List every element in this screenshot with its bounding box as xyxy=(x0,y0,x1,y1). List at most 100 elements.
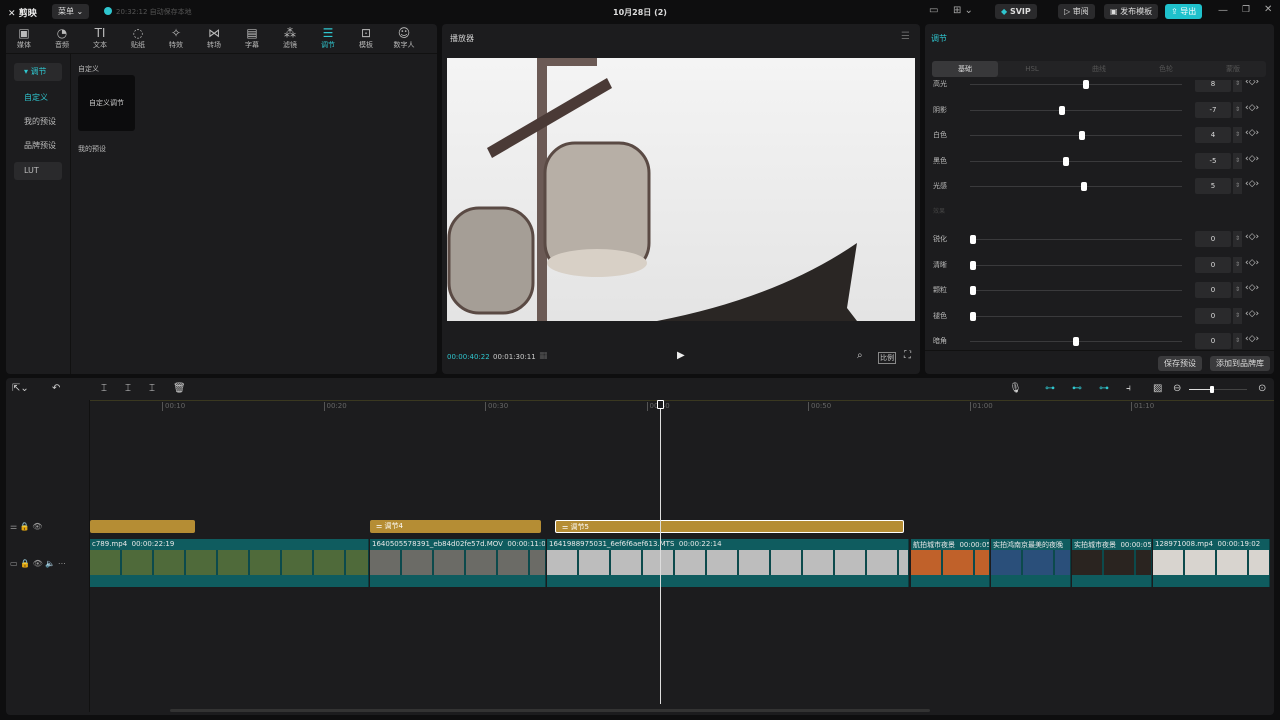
stepper-icon[interactable]: ⇕ xyxy=(1233,101,1242,118)
video-clip[interactable]: 1640505578391_eb84d02fe57d.MOV 00:00:11:… xyxy=(370,539,546,587)
tab-sticker[interactable]: ◌ 贴纸 xyxy=(120,26,156,50)
value-input[interactable]: 4 xyxy=(1195,127,1231,143)
slider-track[interactable] xyxy=(970,105,1182,115)
svip-button[interactable]: ◆ SVIP xyxy=(995,4,1037,19)
slider-handle[interactable] xyxy=(1073,337,1079,346)
playhead-handle[interactable] xyxy=(657,400,664,409)
trim-right-icon[interactable]: ⌶ xyxy=(149,383,155,394)
tab-audio[interactable]: ◔ 音频 xyxy=(44,26,80,50)
export-button[interactable]: ⇪ 导出 xyxy=(1165,4,1203,19)
adjust-clip[interactable] xyxy=(90,520,195,533)
zoom-slider-handle[interactable] xyxy=(1210,386,1214,393)
timecode-grid-icon[interactable]: ▦ xyxy=(539,351,548,361)
slider-track[interactable] xyxy=(970,80,1182,89)
value-input[interactable]: -5 xyxy=(1195,152,1231,169)
layout-icon[interactable]: ▭ xyxy=(929,5,938,16)
eye-icon[interactable]: 👁 xyxy=(32,522,42,531)
video-clip[interactable]: 实拍城市夜景 00:00:05:0 xyxy=(1072,539,1152,587)
stepper-icon[interactable]: ⇕ xyxy=(1233,80,1242,92)
keyframe-diamond-icon[interactable]: ‹◇› xyxy=(1245,232,1259,242)
save-preset-button[interactable]: 保存预设 xyxy=(1158,356,1202,371)
keyframe-diamond-icon[interactable]: ‹◇› xyxy=(1245,334,1259,344)
tab-text[interactable]: TI 文本 xyxy=(82,26,118,50)
tab-hsl[interactable]: HSL xyxy=(999,61,1065,77)
slider-handle[interactable] xyxy=(970,286,976,295)
sidebar-item-lut[interactable]: LUT xyxy=(14,162,62,180)
sidebar-item-custom[interactable]: 自定义 xyxy=(14,89,62,107)
stepper-icon[interactable]: ⇕ xyxy=(1233,231,1242,247)
review-button[interactable]: ▷ 审阅 xyxy=(1058,4,1095,19)
value-input[interactable]: 0 xyxy=(1195,231,1231,247)
slider-track[interactable] xyxy=(970,156,1182,166)
tab-templates[interactable]: ⊡ 模板 xyxy=(348,26,384,50)
microphone-icon[interactable]: 🎙 xyxy=(1009,383,1022,394)
thumbnail-icon[interactable]: ▨ xyxy=(1153,383,1162,394)
cover-icon[interactable]: ▭ xyxy=(10,559,20,568)
undo-icon[interactable]: ↶ xyxy=(52,383,60,394)
main-track-magnet-icon[interactable]: ⊶ xyxy=(1045,383,1055,394)
play-button[interactable]: ▶ xyxy=(677,350,685,361)
select-cursor-icon[interactable]: ⇱⌄ xyxy=(12,383,29,394)
tab-digital-human[interactable]: ☺ 数字人 xyxy=(386,26,422,50)
slider-track[interactable] xyxy=(970,182,1182,191)
tab-captions[interactable]: ▤ 字幕 xyxy=(234,26,270,50)
video-clip[interactable]: 1641988975031_6ef6f6aef613.MTS 00:00:22:… xyxy=(547,539,909,587)
stepper-icon[interactable]: ⇕ xyxy=(1233,307,1242,324)
keyframe-diamond-icon[interactable]: ‹◇› xyxy=(1245,154,1259,164)
keyframe-diamond-icon[interactable]: ‹◇› xyxy=(1245,283,1259,293)
layout-grid-icon[interactable]: ⊞ ⌄ xyxy=(953,5,973,16)
publish-template-button[interactable]: ▣ 发布模板 xyxy=(1104,4,1159,19)
sidebar-group-adjust[interactable]: ▾ 调节 xyxy=(14,63,62,81)
slider-handle[interactable] xyxy=(970,311,976,321)
minimize-icon[interactable]: — xyxy=(1218,5,1228,16)
slider-handle[interactable] xyxy=(1081,182,1088,191)
auto-snap-icon[interactable]: ⊷ xyxy=(1072,383,1082,394)
value-input[interactable]: 0 xyxy=(1195,256,1231,273)
hamburger-menu-icon[interactable]: ☰ xyxy=(901,31,910,42)
stepper-icon[interactable]: ⇕ xyxy=(1233,282,1242,298)
stepper-icon[interactable]: ⇕ xyxy=(1233,152,1242,169)
keyframe-diamond-icon[interactable]: ‹◇› xyxy=(1245,309,1259,319)
sidebar-item-brand-presets[interactable]: 品牌预设 xyxy=(14,137,62,155)
tab-curves[interactable]: 曲线 xyxy=(1066,61,1132,77)
keyframe-diamond-icon[interactable]: ‹◇› xyxy=(1245,128,1259,138)
zoom-fit-timeline-icon[interactable]: ⊙ xyxy=(1258,383,1266,394)
close-icon[interactable]: ✕ xyxy=(1264,4,1272,15)
aspect-ratio-button[interactable]: 比例 xyxy=(878,352,896,364)
stepper-icon[interactable]: ⇕ xyxy=(1233,333,1242,349)
value-input[interactable]: 0 xyxy=(1195,282,1231,298)
eye-icon[interactable]: 👁 xyxy=(33,559,43,568)
value-input[interactable]: 0 xyxy=(1195,307,1231,324)
stepper-icon[interactable]: ⇕ xyxy=(1233,127,1242,143)
zoom-out-icon[interactable]: ⊖ xyxy=(1173,383,1181,394)
tab-mask[interactable]: 蒙版 xyxy=(1200,61,1266,77)
slider-track[interactable] xyxy=(970,260,1182,270)
fullscreen-icon[interactable]: ⛶ xyxy=(904,350,911,361)
preview-axis-icon[interactable]: ⫞ xyxy=(1126,383,1131,394)
keyframe-diamond-icon[interactable]: ‹◇› xyxy=(1245,103,1259,113)
video-preview[interactable] xyxy=(447,58,915,321)
restore-icon[interactable]: ❐ xyxy=(1242,5,1250,15)
timeline-scrollbar[interactable] xyxy=(170,709,930,712)
slider-track[interactable] xyxy=(970,131,1182,140)
keyframe-diamond-icon[interactable]: ‹◇› xyxy=(1245,179,1259,189)
tab-transition[interactable]: ⋈ 转场 xyxy=(196,26,232,50)
trim-left-icon[interactable]: ⌶ xyxy=(125,383,131,394)
slider-handle[interactable] xyxy=(970,235,976,244)
slider-handle[interactable] xyxy=(1058,105,1065,115)
video-clip[interactable]: c789.mp4 00:00:22:19 xyxy=(90,539,369,587)
slider-handle[interactable] xyxy=(970,260,976,270)
slider-track[interactable] xyxy=(970,337,1182,346)
more-icon[interactable]: ⋯ xyxy=(58,559,66,568)
tab-media[interactable]: ▣ 媒体 xyxy=(6,26,42,50)
tab-color-wheel[interactable]: 色轮 xyxy=(1133,61,1199,77)
value-input[interactable]: 0 xyxy=(1195,333,1231,349)
custom-adjust-card[interactable]: 自定义调节 xyxy=(78,75,135,131)
stepper-icon[interactable]: ⇕ xyxy=(1233,256,1242,273)
keyframe-diamond-icon[interactable]: ‹◇› xyxy=(1245,258,1259,268)
adjust-clip-4[interactable]: ⚌ 调节4 xyxy=(370,520,541,533)
mute-icon[interactable]: 🔈 xyxy=(45,559,55,568)
sidebar-item-my-presets[interactable]: 我的预设 xyxy=(14,113,62,131)
video-clip[interactable]: 实拍鸿南京最美的夜晚 xyxy=(991,539,1071,587)
slider-track[interactable] xyxy=(970,311,1182,321)
